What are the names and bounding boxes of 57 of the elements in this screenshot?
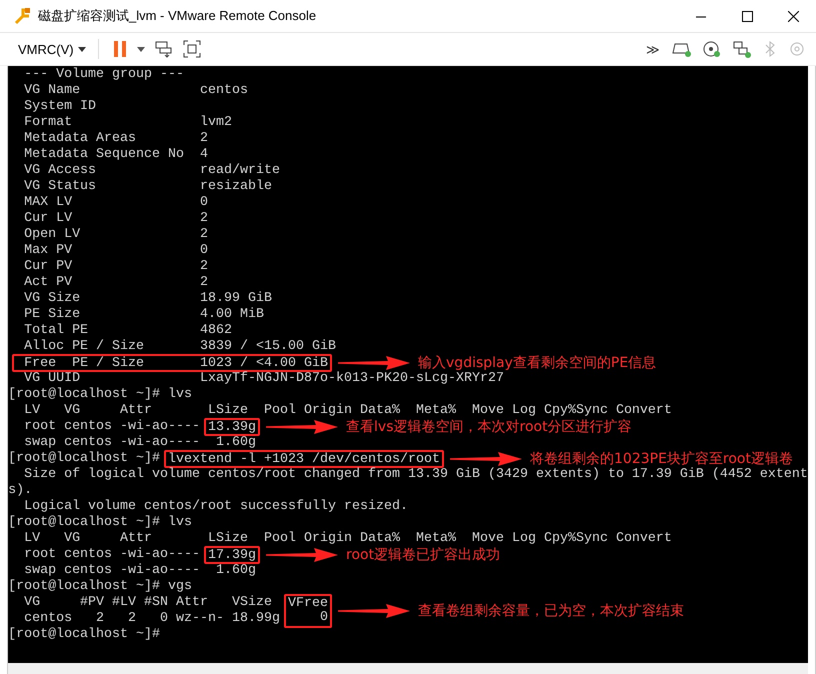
terminal-text: Cur LV 2 (23, 211, 208, 227)
terminal-text: VG UUID LxayTf-NGJN-D87o-k013-PK20-sLcg-XRYr27 (23, 371, 504, 387)
terminal-text: Size of logical volume centos/root changed from 13.39 GiB (3429 extents) to 17.39 GiB (4452 extent (23, 467, 808, 483)
terminal-text: [root@localhost ~]# (8, 451, 162, 467)
highlight-frame: Free PE / Size 1023 / <4.00 GiB (12, 354, 332, 372)
close-icon (788, 10, 798, 22)
terminal-text: Cur PV 2 (23, 259, 208, 275)
terminal-text: --- Volume group --- (23, 67, 184, 83)
highlight-frame: 17.39g (204, 546, 260, 564)
console-screen[interactable] (8, 66, 808, 663)
more-button[interactable]: ≫ (642, 42, 664, 56)
pointer-arrow (450, 452, 522, 466)
terminal-text: Metadata Sequence No 4 (23, 147, 208, 163)
terminal-text: centos 2 2 0 wz--n- 18.99g (23, 611, 282, 627)
terminal-text: swap centos -wi-ao---- 1.60g (23, 435, 256, 451)
terminal-text: Format lvm2 (23, 115, 232, 131)
terminal-text: Max PV 0 (23, 243, 208, 259)
terminal-text: [root@localhost ~]# vgs (8, 579, 192, 595)
terminal-text: VG Status resizable (23, 179, 272, 195)
terminal-text: System ID (23, 99, 96, 115)
vmrc-menu[interactable]: VMRC(V) (18, 42, 86, 56)
terminal-text: LV VG Attr LSize Pool Origin Data% Meta% Move Log Cpy%Sync Convert (23, 403, 672, 419)
terminal-text: [root@localhost ~]# lvs (8, 387, 192, 403)
terminal-text: Logical volume centos/root successfully resized. (23, 499, 408, 515)
annotation-note: root逻辑卷已扩容出成功 (346, 547, 500, 563)
terminal-text: PE Size 4.00 MiB (23, 307, 264, 323)
highlight-frame: 0 (284, 610, 332, 628)
terminal-text: VG Name centos (23, 83, 248, 99)
highlight-frame: 13.39g (204, 418, 260, 436)
terminal-text: Total PE 4862 (23, 323, 232, 339)
caret-icon[interactable] (134, 44, 147, 54)
terminal-text: [root@localhost ~]# lvs (8, 515, 192, 531)
terminal-text: swap centos -wi-ao---- 1.60g (23, 563, 256, 579)
app-logo-icon (14, 7, 32, 25)
terminal-text: [root@localhost ~]# (8, 627, 160, 643)
fullscreen-icon[interactable] (180, 38, 203, 60)
terminal-text: LV VG Attr LSize Pool Origin Data% Meta% Move Log Cpy%Sync Convert (23, 531, 672, 547)
terminal-text: root centos -wi-ao---- (23, 419, 202, 435)
terminal-text: s). (8, 483, 32, 499)
annotation-note: 查看lvs逻辑卷空间，本次对root分区进行扩容 (346, 419, 632, 435)
annotation-note: 将卷组剩余的1023PE块扩容至root逻辑卷 (530, 451, 793, 467)
maximize-icon (742, 10, 752, 22)
highlight-frame: lvextend -l +1023 /dev/centos/root (164, 450, 444, 468)
terminal-text: root centos -wi-ao---- (23, 547, 202, 563)
terminal-text: MAX LV 0 (23, 195, 208, 211)
annotation-note: 查看卷组剩余容量，已为空，本次扩容结束 (418, 603, 684, 619)
terminal-text: VG Size 18.99 GiB (23, 291, 272, 307)
terminal-text: Alloc PE / Size 3839 / <15.00 GiB (23, 339, 336, 355)
highlight-frame: VFree (284, 594, 332, 612)
terminal-text: VG Access read/write (23, 163, 280, 179)
annotation-note: 输入vgdisplay查看剩余空间的PE信息 (418, 355, 656, 371)
terminal-text: Metadata Areas 2 (23, 131, 208, 147)
caret-icon (78, 46, 86, 52)
terminal-text: VG #PV #LV #SN Attr VSize (23, 595, 274, 611)
window-title: 磁盘扩缩容测试_lvm - VMware Remote Console (38, 7, 318, 25)
terminal-text: Act PV 2 (23, 275, 208, 291)
terminal-text: Open LV 2 (23, 227, 208, 243)
